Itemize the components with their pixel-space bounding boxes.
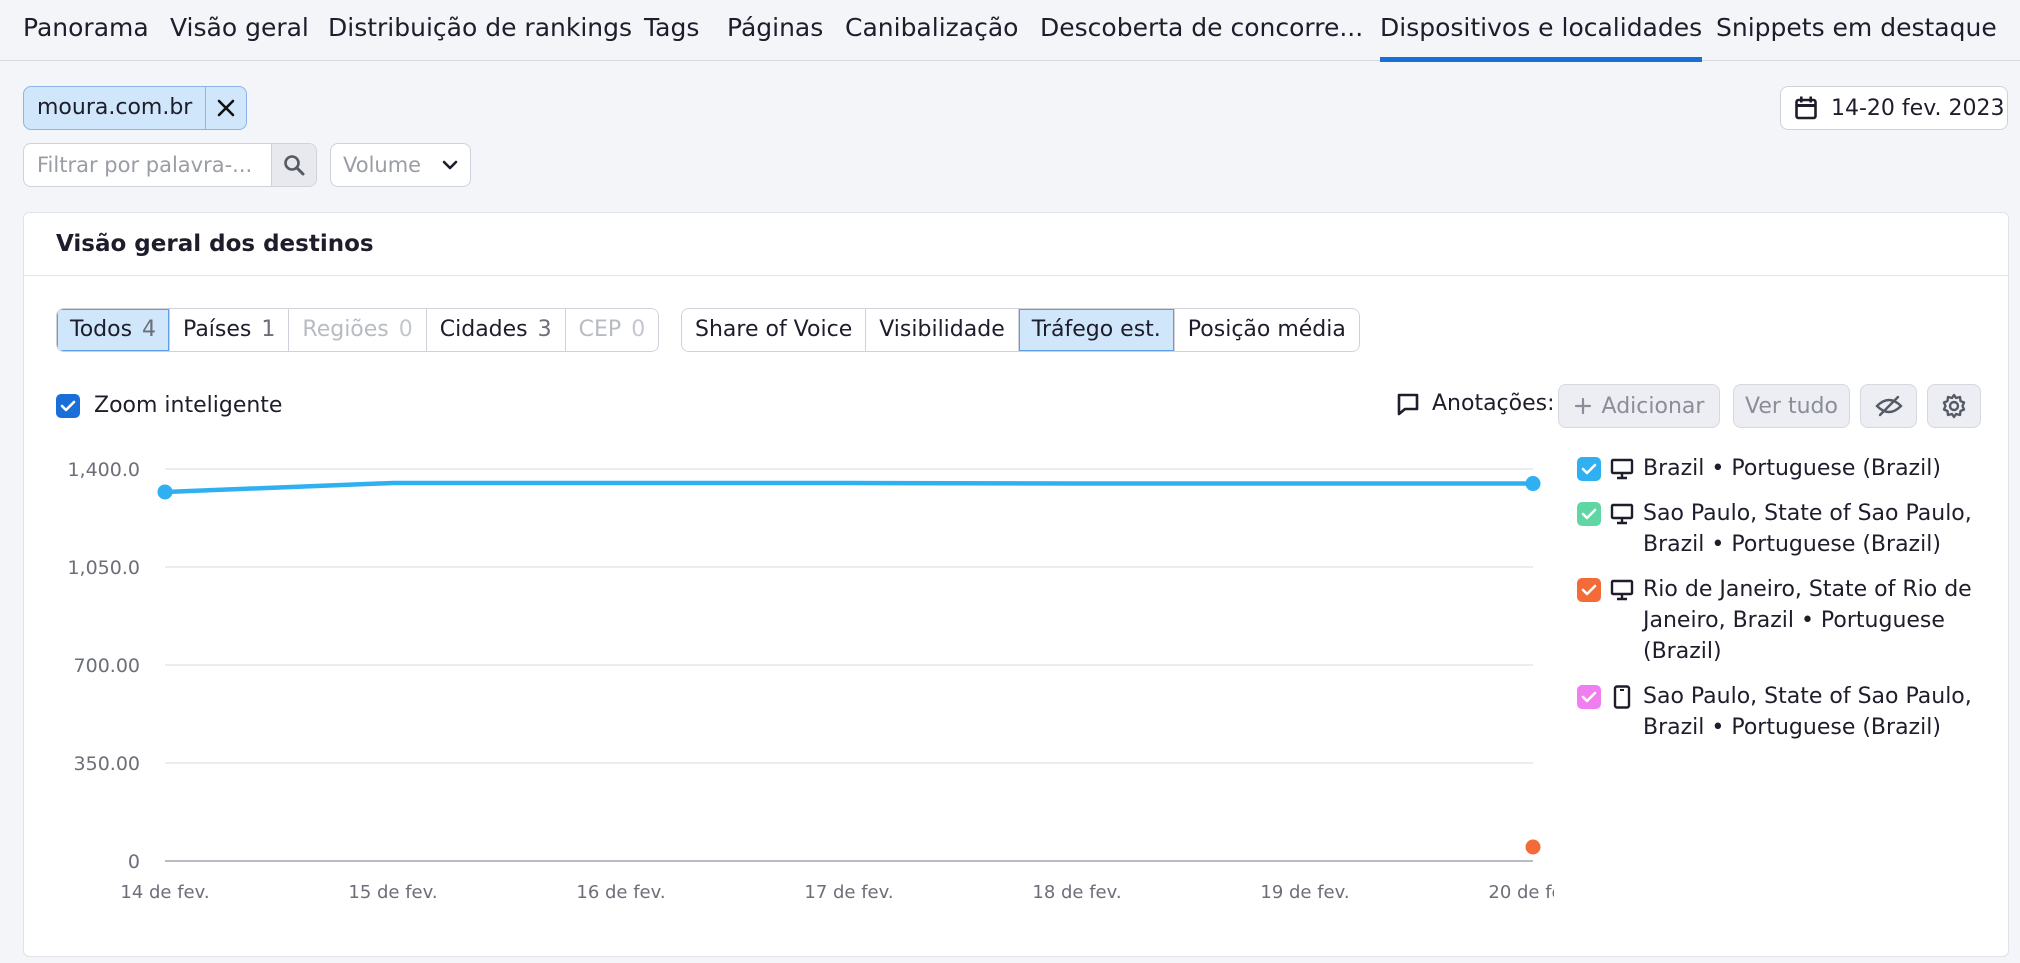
desktop-icon xyxy=(1610,579,1634,601)
keyword-filter xyxy=(23,143,317,187)
close-icon xyxy=(218,99,235,117)
view-all-label: Ver tudo xyxy=(1745,393,1838,419)
date-range-button[interactable]: 14-20 fev. 2023 xyxy=(1780,86,2008,130)
add-annotation-label: Adicionar xyxy=(1601,393,1705,419)
date-range-label: 14-20 fev. 2023 xyxy=(1831,95,2005,121)
tab-overview[interactable]: Visão geral xyxy=(170,0,309,60)
search-icon xyxy=(284,155,305,176)
y-tick-label: 0 xyxy=(128,851,140,873)
legend-label: Sao Paulo, State of Sao Paulo, Brazil • … xyxy=(1643,501,1972,557)
x-tick-label: 16 de fev. xyxy=(576,882,665,903)
tab-rankings-distribution[interactable]: Distribuição de rankings xyxy=(328,0,632,60)
tab-featured-snippets[interactable]: Snippets em destaque xyxy=(1716,0,1997,60)
hide-annotations-button[interactable] xyxy=(1860,384,1917,428)
y-tick-label: 700.00 xyxy=(74,655,140,677)
calendar-icon xyxy=(1795,96,1817,120)
eye-off-icon xyxy=(1874,395,1903,417)
destinations-overview-card: Visão geral dos destinos Todos 4 Países 1 … xyxy=(23,212,2009,957)
chart-legend: Brazil • Portuguese (Brazil) Sao Paulo, … xyxy=(1577,453,1997,757)
x-tick-label: 14 de fev. xyxy=(120,882,209,903)
checkbox-checked-icon[interactable] xyxy=(1577,578,1601,602)
volume-dropdown[interactable]: Volume xyxy=(330,143,471,187)
x-tick-label: 19 de fev. xyxy=(1260,882,1349,903)
tab-pages[interactable]: Páginas xyxy=(727,0,823,60)
checkbox-checked-icon[interactable] xyxy=(1577,457,1601,481)
chart-settings-button[interactable] xyxy=(1927,384,1981,428)
gear-icon xyxy=(1942,393,1966,419)
x-tick-label: 18 de fev. xyxy=(1032,882,1121,903)
chevron-down-icon xyxy=(442,160,458,170)
legend-item[interactable]: Sao Paulo, State of Sao Paulo, Brazil • … xyxy=(1577,498,1997,560)
y-tick-label: 1,400.0 xyxy=(67,459,140,481)
y-tick-label: 350.00 xyxy=(74,753,140,775)
view-all-annotations-button[interactable]: Ver tudo xyxy=(1733,384,1850,428)
tab-tags[interactable]: Tags xyxy=(644,0,699,60)
desktop-icon xyxy=(1610,458,1634,480)
data-point[interactable] xyxy=(1525,839,1541,855)
series-line xyxy=(164,480,1533,495)
data-point[interactable] xyxy=(157,484,173,500)
tab-competitor-discovery[interactable]: Descoberta de concorre... xyxy=(1040,0,1363,60)
checkbox-checked-icon[interactable] xyxy=(1577,685,1601,709)
domain-chip: moura.com.br xyxy=(23,86,248,130)
legend-item[interactable]: Sao Paulo, State of Sao Paulo, Brazil • … xyxy=(1577,681,1997,743)
data-point[interactable] xyxy=(1525,476,1541,492)
legend-label: Brazil • Portuguese (Brazil) xyxy=(1643,456,1941,481)
legend-item[interactable]: Rio de Janeiro, State of Rio de Janeiro,… xyxy=(1577,574,1997,667)
tab-panorama[interactable]: Panorama xyxy=(23,0,149,60)
x-tick-label: 15 de fev. xyxy=(348,882,437,903)
x-tick-label: 17 de fev. xyxy=(804,882,893,903)
legend-item[interactable]: Brazil • Portuguese (Brazil) xyxy=(1577,453,1997,484)
traffic-line-chart: 0 350.00 700.00 1,050.0 1,400.0 14 de fev. 15… xyxy=(67,459,1554,903)
y-tick-label: 1,050.0 xyxy=(67,557,140,579)
tab-devices-locations[interactable]: Dispositivos e localidades xyxy=(1380,0,1703,62)
tab-cannibalization[interactable]: Canibalização xyxy=(845,0,1018,60)
legend-label: Sao Paulo, State of Sao Paulo, Brazil • … xyxy=(1643,684,1972,740)
x-tick-label: 20 de fev. xyxy=(1488,882,1554,903)
plus-icon xyxy=(1574,397,1591,415)
report-tabs: Panorama Visão geral Distribuição de ran… xyxy=(0,0,2020,62)
checkbox-checked-icon[interactable] xyxy=(1577,502,1601,526)
add-annotation-button[interactable]: Adicionar xyxy=(1558,384,1720,428)
mobile-icon xyxy=(1613,685,1631,709)
keyword-filter-input[interactable] xyxy=(24,144,271,186)
domain-chip-label: moura.com.br xyxy=(37,95,193,120)
remove-domain-button[interactable] xyxy=(205,87,246,129)
volume-label: Volume xyxy=(343,153,422,177)
desktop-icon xyxy=(1610,503,1634,525)
search-button[interactable] xyxy=(271,144,316,186)
legend-label: Rio de Janeiro, State of Rio de Janeiro,… xyxy=(1643,577,1972,664)
